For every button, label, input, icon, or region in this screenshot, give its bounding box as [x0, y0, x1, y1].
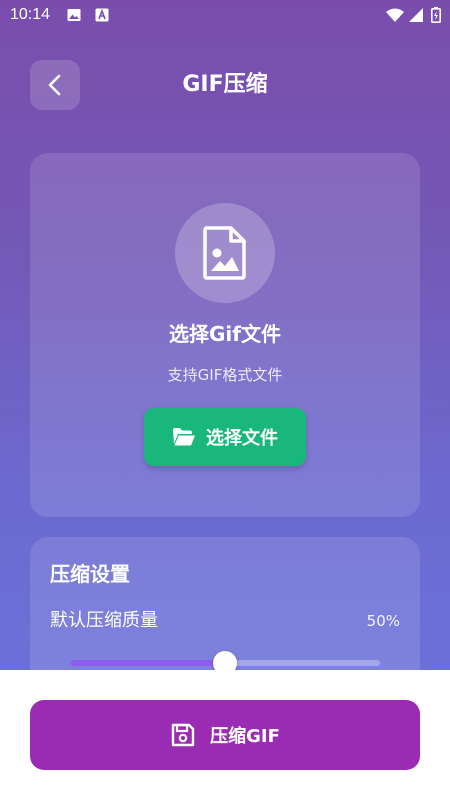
bottom-action-bar: 压缩GIF [0, 670, 450, 800]
quality-label: 默认压缩质量 [50, 610, 158, 631]
a-box-icon [95, 8, 109, 22]
compress-gif-button-label: 压缩GIF [210, 726, 280, 747]
image-file-icon [203, 226, 246, 280]
wifi-icon [386, 8, 404, 22]
file-icon-circle [175, 203, 275, 303]
select-file-button-label: 选择文件 [206, 428, 278, 449]
quality-slider-fill [70, 660, 225, 666]
select-file-button[interactable]: 选择文件 [144, 408, 306, 466]
page-title: GIF压缩 [182, 72, 268, 97]
status-bar: 10:14 [0, 0, 450, 30]
file-select-card: 选择Gif文件 支持GIF格式文件 选择文件 [30, 153, 420, 517]
quality-value: 50% [366, 612, 400, 630]
save-icon [171, 723, 195, 747]
status-time: 10:14 [10, 6, 51, 23]
file-card-title: 选择Gif文件 [169, 322, 281, 346]
settings-title: 压缩设置 [50, 562, 130, 586]
signal-icon [409, 8, 423, 22]
quality-slider[interactable] [70, 651, 380, 675]
battery-charging-icon [431, 7, 441, 23]
folder-open-icon [173, 428, 195, 446]
file-card-subtitle: 支持GIF格式文件 [167, 366, 283, 384]
app-screen: 10:14 GIF压缩 选择Gif文件 支持GIF格式文件 选择文件 压缩设置 … [0, 0, 450, 800]
image-icon [67, 9, 81, 21]
compress-gif-button[interactable]: 压缩GIF [30, 700, 420, 770]
